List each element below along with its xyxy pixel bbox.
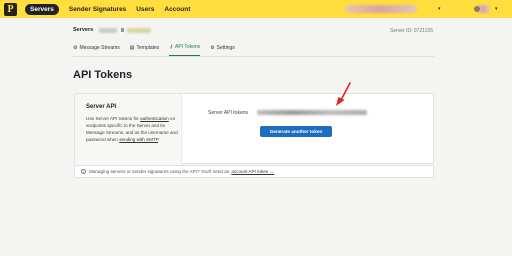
annotation-arrow-icon [336,82,351,106]
